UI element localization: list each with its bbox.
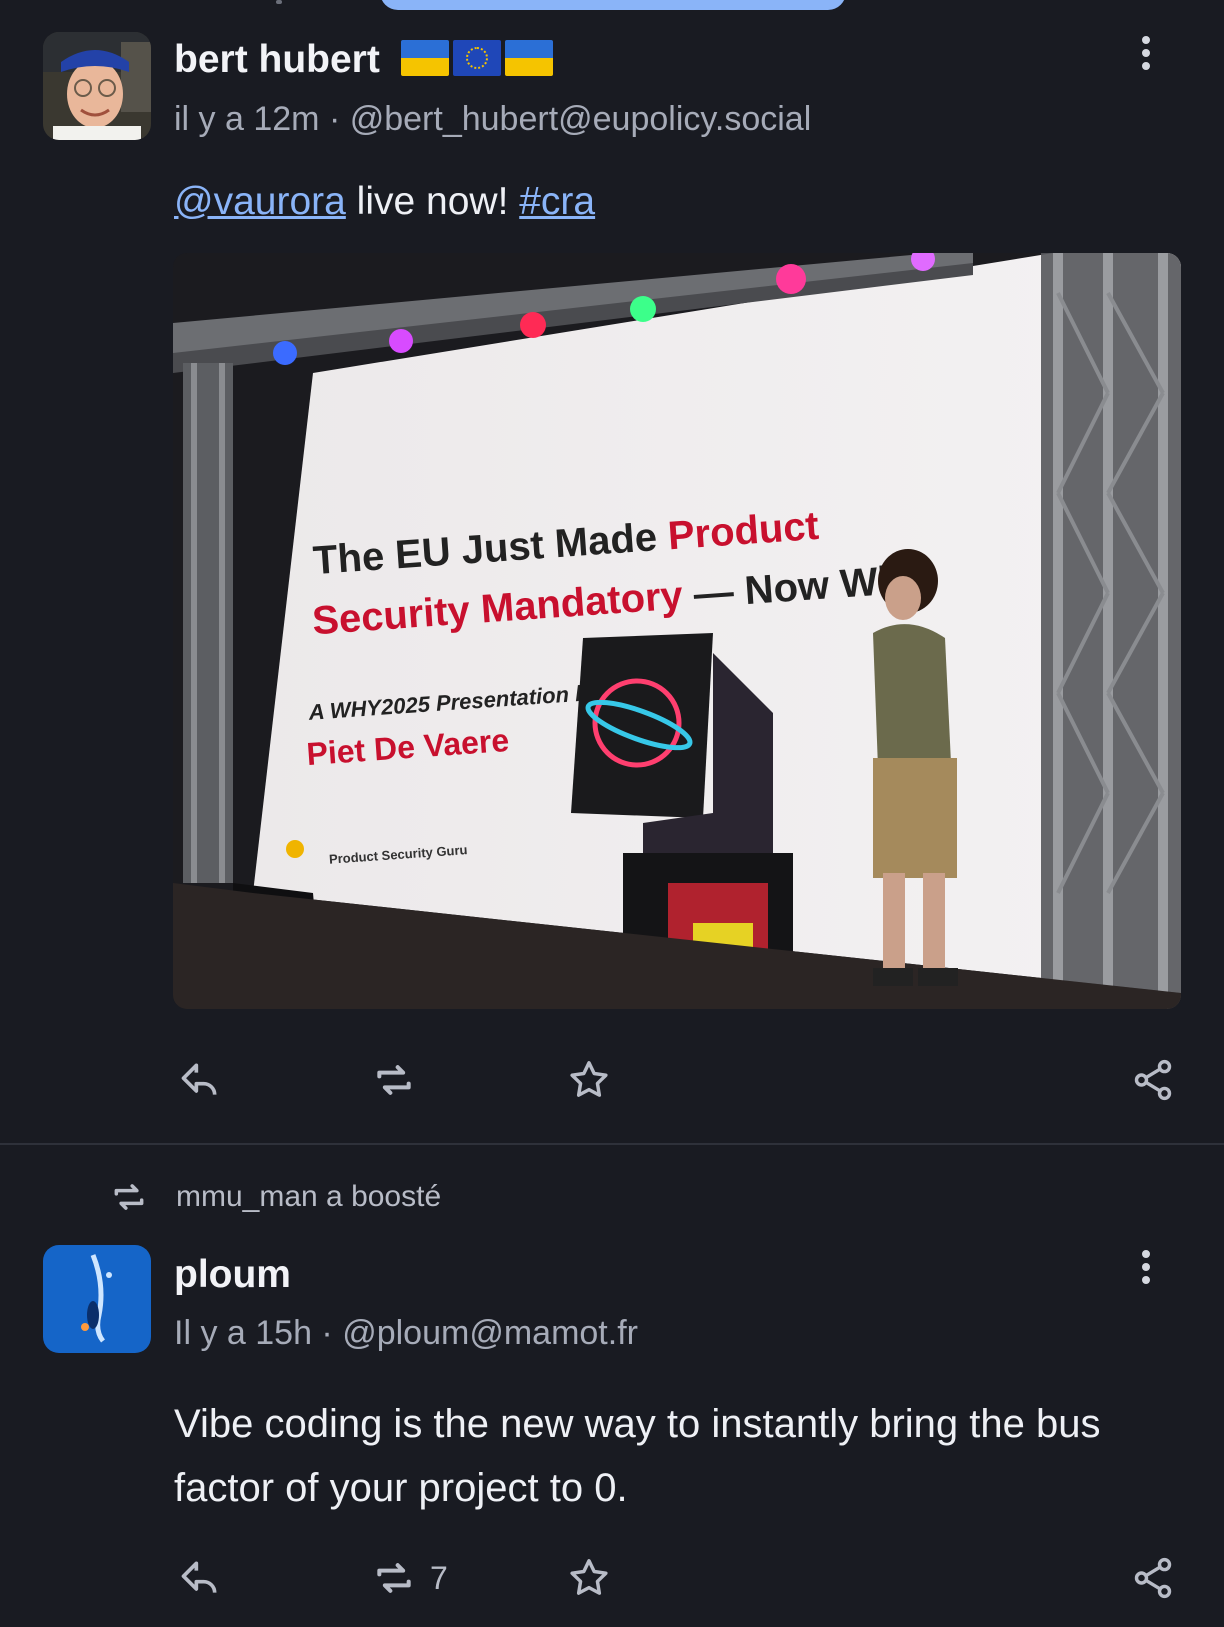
post-meta: il y a 12m · @bert_hubert@eupolicy.socia…: [174, 100, 811, 139]
mention-link[interactable]: @vaurora: [174, 180, 346, 223]
avatar[interactable]: [43, 32, 151, 140]
boost-icon: [114, 1184, 144, 1210]
meta-separator: ·: [311, 1314, 343, 1352]
post-time[interactable]: Il y a 15h: [174, 1314, 312, 1352]
share-button[interactable]: [1130, 1548, 1176, 1608]
hashtag-link[interactable]: #cra: [519, 180, 595, 223]
share-icon: [1134, 1059, 1172, 1101]
star-icon: [570, 1559, 608, 1595]
reply-button[interactable]: [178, 1050, 222, 1110]
post-meta: Il y a 15h · @ploum@mamot.fr: [174, 1314, 638, 1353]
meta-separator: ·: [319, 100, 350, 138]
boost-icon: [377, 1065, 411, 1095]
favourite-button[interactable]: [566, 1050, 612, 1110]
post-actions: 7: [0, 1548, 1224, 1608]
boosted-by-text: mmu_man a boosté: [176, 1180, 442, 1213]
ukraine-flag-icon: [504, 40, 553, 76]
favourite-button[interactable]: [566, 1548, 612, 1608]
post-actions: [0, 1050, 1224, 1110]
new-posts-pill[interactable]: [380, 0, 846, 10]
boosted-by[interactable]: mmu_man a boosté: [110, 1178, 441, 1216]
display-name: bert hubert: [174, 38, 380, 81]
author-handle[interactable]: @bert_hubert@eupolicy.social: [350, 100, 812, 138]
eu-flag-icon: [452, 40, 501, 76]
display-name: ploum: [174, 1253, 291, 1296]
boost-button[interactable]: 7: [372, 1548, 448, 1608]
boost-icon: [377, 1563, 411, 1593]
post-content: Vibe coding is the new way to instantly …: [174, 1392, 1100, 1520]
post-image[interactable]: The EU Just Made Product Security Mandat…: [173, 253, 1181, 1009]
ukraine-flag-icon: [400, 40, 449, 76]
share-icon: [1134, 1557, 1172, 1599]
reply-button[interactable]: [178, 1548, 222, 1608]
more-options-icon[interactable]: [1140, 1250, 1152, 1290]
avatar[interactable]: [43, 1245, 151, 1353]
author-name[interactable]: ploum: [174, 1253, 291, 1297]
star-icon: [570, 1061, 608, 1097]
author-name[interactable]: bert hubert: [174, 38, 553, 82]
reply-icon: [181, 1063, 217, 1095]
content-line: Vibe coding is the new way to instantly …: [174, 1402, 1101, 1446]
author-handle[interactable]: @ploum@mamot.fr: [342, 1314, 638, 1352]
boost-count: 7: [430, 1559, 448, 1596]
boost-button[interactable]: [372, 1050, 430, 1110]
post-divider: [0, 1143, 1224, 1145]
share-button[interactable]: [1130, 1050, 1176, 1110]
post-time[interactable]: il y a 12m: [174, 100, 320, 138]
content-line: factor of your project to 0.: [174, 1466, 628, 1510]
reply-icon: [181, 1561, 217, 1593]
status-dot: [276, 0, 282, 4]
more-options-icon[interactable]: [1140, 36, 1152, 76]
post-content: @vaurora live now! #cra: [174, 180, 595, 224]
content-text: live now!: [345, 180, 520, 223]
